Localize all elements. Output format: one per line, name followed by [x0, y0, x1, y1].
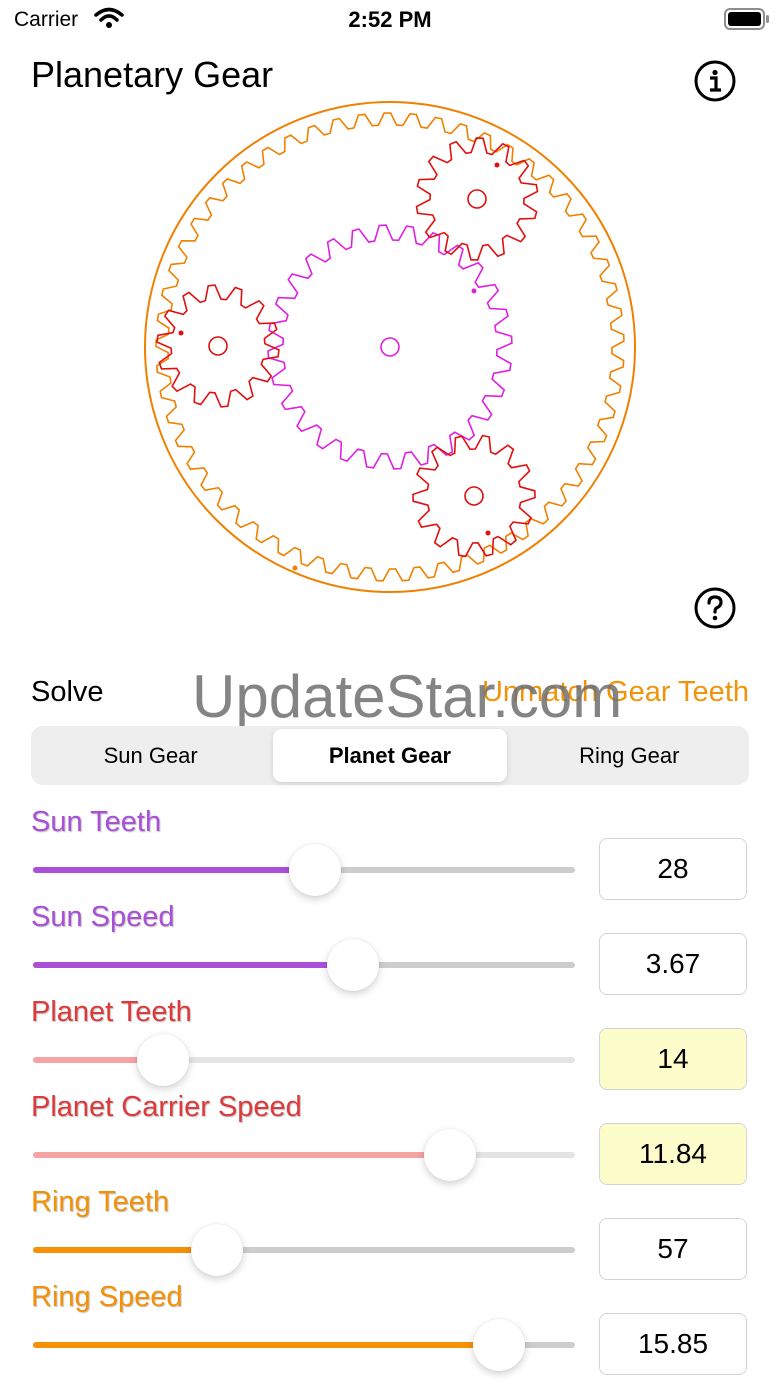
planet-gear-hub-1: [467, 189, 487, 209]
planet-gear-marker-3: [485, 530, 491, 536]
sun-teeth-slider-thumb[interactable]: [288, 844, 341, 896]
sun-teeth-slider-fill: [33, 867, 315, 873]
planet-gear-marker-2: [178, 330, 184, 336]
planet-gear-1: [415, 137, 539, 261]
sun-gear: [267, 224, 513, 470]
planet-carrier-speed-label: Planet Carrier Speed: [31, 1091, 302, 1123]
planet-carrier-speed-slider-fill: [33, 1152, 451, 1158]
planet-carrier-speed-slider-thumb[interactable]: [424, 1129, 477, 1181]
page-title: Planetary Gear: [31, 54, 274, 95]
planet-teeth-label: Planet Teeth: [31, 996, 192, 1028]
planet-gear-marker-1: [494, 162, 500, 168]
segment-sun-gear[interactable]: Sun Gear: [34, 729, 267, 782]
unmatch-gear-teeth-warning: Unmatch Gear Teeth: [481, 676, 749, 708]
ring-teeth-value-field[interactable]: 57: [599, 1218, 747, 1280]
status-bar: Carrier 2:52 PM: [0, 0, 780, 40]
planet-gear-hub-2: [208, 336, 228, 356]
solve-segmented-control: Sun Gear Planet Gear Ring Gear: [31, 726, 749, 785]
ring-gear-outer-rim: [144, 101, 636, 593]
planetary-gear-diagram: [144, 101, 636, 593]
ring-speed-row: Ring Speed 15.85: [0, 1273, 780, 1375]
sun-gear-hub: [380, 337, 400, 357]
segment-ring-gear[interactable]: Ring Gear: [513, 729, 746, 782]
sun-speed-row: Sun Speed 3.67: [0, 893, 780, 995]
sun-speed-label: Sun Speed: [31, 901, 175, 933]
segment-planet-gear[interactable]: Planet Gear: [273, 729, 507, 782]
ring-speed-value-field[interactable]: 15.85: [599, 1313, 747, 1375]
ring-speed-slider-fill: [33, 1342, 500, 1348]
ring-teeth-slider-thumb[interactable]: [191, 1224, 244, 1276]
planet-teeth-slider-thumb[interactable]: [137, 1034, 190, 1086]
solve-label: Solve: [31, 676, 104, 708]
sun-gear-marker: [471, 288, 477, 294]
planet-carrier-speed-row: Planet Carrier Speed 11.84: [0, 1083, 780, 1185]
planet-gear-2: [156, 284, 280, 408]
ring-teeth-row: Ring Teeth 57: [0, 1178, 780, 1280]
ring-speed-slider-thumb[interactable]: [473, 1319, 526, 1371]
ring-teeth-label: Ring Teeth: [31, 1186, 170, 1218]
clock: 2:52 PM: [348, 7, 432, 32]
battery-icon: [724, 8, 769, 30]
planet-gear-3: [412, 434, 536, 558]
sun-teeth-label: Sun Teeth: [31, 806, 162, 838]
ring-teeth-slider-fill: [33, 1247, 218, 1253]
planet-teeth-value-field[interactable]: 14: [599, 1028, 747, 1090]
planet-teeth-row: Planet Teeth 14: [0, 988, 780, 1090]
planet-gear-hub-3: [464, 486, 484, 506]
sun-teeth-row: Sun Teeth 28: [0, 798, 780, 900]
ring-gear-marker: [292, 565, 298, 571]
sun-speed-slider-fill: [33, 962, 353, 968]
sun-teeth-value-field[interactable]: 28: [599, 838, 747, 900]
planet-carrier-speed-value-field[interactable]: 11.84: [599, 1123, 747, 1185]
sun-speed-value-field[interactable]: 3.67: [599, 933, 747, 995]
sun-speed-slider-thumb[interactable]: [326, 939, 379, 991]
ring-speed-label: Ring Speed: [31, 1281, 183, 1313]
question-icon[interactable]: [694, 587, 736, 629]
